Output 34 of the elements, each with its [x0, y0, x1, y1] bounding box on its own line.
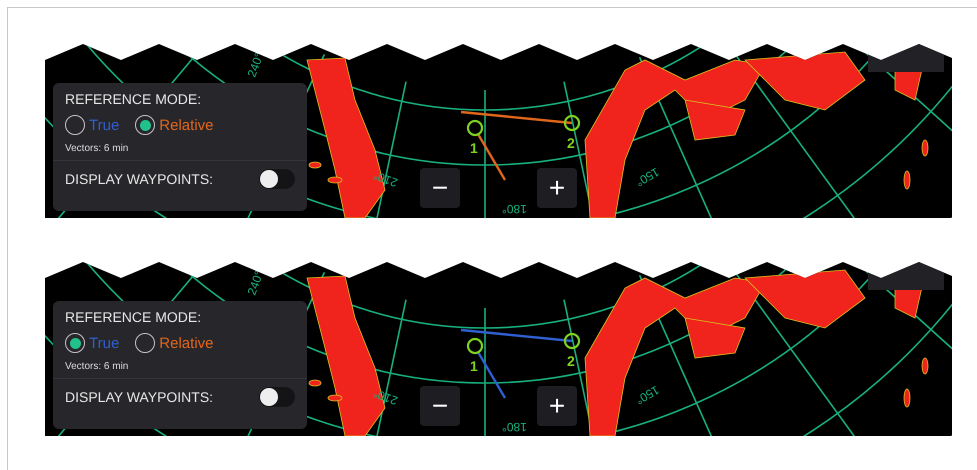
bearing-label: 180° [502, 202, 527, 216]
bearing-label: 150° [633, 382, 662, 408]
zoom-button[interactable]: + [537, 168, 577, 208]
reference-mode-label: REFERENCE MODE: [65, 91, 202, 107]
bearing-label: 240° [244, 50, 266, 80]
vectors-text: Vectors: 6 min [65, 361, 130, 372]
radio-label[interactable]: Relative [159, 334, 214, 352]
vectors-text: Vectors: 6 min [65, 143, 130, 154]
zoom-button[interactable]: − [420, 386, 460, 426]
bearing-label: 150° [633, 164, 662, 190]
target-label: 2 [567, 353, 575, 369]
target-label: 1 [470, 140, 478, 156]
target-marker-icon [564, 114, 580, 132]
radio-button[interactable] [135, 115, 156, 135]
target-label: 2 [567, 135, 575, 151]
target-marker-icon [564, 332, 580, 350]
bearing-label: 210° [371, 168, 400, 190]
toggle-switch[interactable] [259, 169, 295, 189]
display-waypoints-label: DISPLAY WAYPOINTS: [65, 389, 214, 405]
display-waypoints-label: DISPLAY WAYPOINTS: [65, 171, 214, 187]
bearing-label: 210° [371, 386, 400, 408]
reference-mode-label: REFERENCE MODE: [65, 309, 202, 325]
radio-button[interactable] [65, 115, 85, 135]
toggle-switch[interactable] [259, 387, 295, 407]
radio-button[interactable] [65, 333, 85, 353]
bearing-label: 180° [502, 420, 527, 434]
zoom-button[interactable]: − [420, 168, 460, 208]
radio-button[interactable] [135, 333, 156, 353]
radio-label[interactable]: Relative [159, 116, 214, 134]
bearing-label: 240° [244, 268, 266, 298]
target-marker-icon [466, 338, 484, 354]
zoom-button[interactable]: + [537, 386, 577, 426]
target-marker-icon [466, 120, 484, 136]
target-label: 1 [470, 358, 478, 374]
